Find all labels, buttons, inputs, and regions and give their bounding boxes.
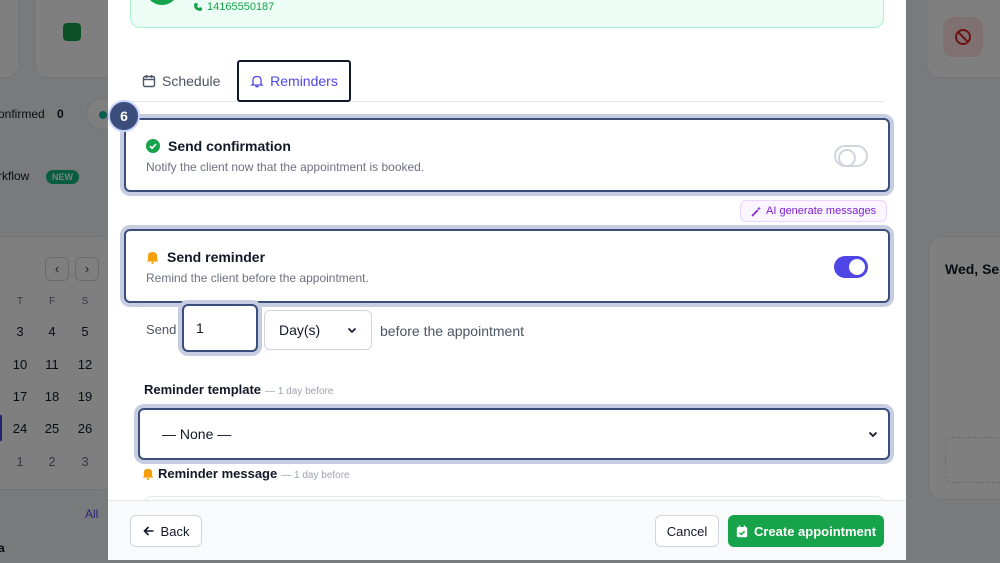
send-reminder-title: Send reminder — [146, 249, 265, 265]
client-phone-number: 14165550187 — [207, 1, 275, 13]
reminder-template-value: — None — — [162, 426, 232, 442]
reminder-amount-input[interactable]: 1 — [182, 304, 258, 352]
reminder-template-sublabel: — 1 day before — [265, 386, 334, 397]
ai-generate-messages-button[interactable]: AI generate messages — [740, 200, 888, 222]
bell-icon — [250, 74, 264, 88]
send-confirmation-description: Notify the client now that the appointme… — [146, 160, 425, 174]
tab-schedule[interactable]: Schedule — [130, 60, 232, 102]
tab-reminders[interactable]: Reminders — [237, 60, 351, 102]
chevron-down-icon — [347, 325, 357, 335]
reminder-template-label: Reminder template — 1 day before — [144, 382, 333, 397]
reminder-message-title: Reminder message — [158, 466, 278, 481]
reminder-unit-value: Day(s) — [279, 322, 321, 338]
create-appointment-button[interactable]: Create appointment — [728, 515, 884, 547]
send-reminder-card: Send reminder Remind the client before t… — [124, 229, 890, 303]
reminder-message-label: Reminder message — 1 day before — [142, 466, 350, 481]
back-button-label: Back — [160, 523, 190, 539]
ai-generate-messages-label: AI generate messages — [766, 205, 877, 217]
arrow-left-icon — [142, 525, 155, 537]
cancel-button-label: Cancel — [666, 523, 708, 539]
reminder-template-title: Reminder template — [144, 382, 262, 397]
check-circle-icon — [146, 139, 160, 153]
tab-reminders-label: Reminders — [270, 73, 338, 89]
reminder-unit-select[interactable]: Day(s) — [264, 310, 372, 350]
tour-step-badge: 6 — [108, 100, 140, 132]
send-confirmation-title: Send confirmation — [146, 138, 291, 154]
send-reminder-description: Remind the client before the appointment… — [146, 271, 369, 285]
send-confirmation-label: Send confirmation — [168, 138, 291, 154]
back-button[interactable]: Back — [130, 515, 202, 547]
modal-footer: Back Cancel Create appointment — [108, 500, 906, 560]
bell-icon — [146, 250, 159, 264]
calendar-icon — [142, 74, 156, 88]
create-appointment-modal: 14165550187 Schedule Reminders 6 Send co… — [108, 0, 906, 560]
calendar-check-icon — [736, 525, 748, 538]
modal-tabs: Schedule Reminders — [130, 60, 884, 102]
send-confirmation-toggle[interactable] — [834, 145, 868, 167]
reminder-message-sublabel: — 1 day before — [281, 470, 350, 481]
client-avatar — [145, 0, 179, 5]
phone-icon — [193, 2, 203, 12]
bell-icon — [142, 467, 154, 480]
create-appointment-label: Create appointment — [753, 523, 877, 539]
send-reminder-label: Send reminder — [167, 249, 266, 265]
send-prefix: Send — [146, 321, 177, 337]
magic-wand-icon — [751, 206, 762, 217]
send-suffix: before the appointment — [380, 323, 524, 339]
tab-schedule-label: Schedule — [162, 73, 221, 89]
client-phone: 14165550187 — [193, 1, 274, 13]
cancel-button[interactable]: Cancel — [655, 515, 719, 547]
send-reminder-toggle[interactable] — [834, 256, 868, 278]
chevron-down-icon — [868, 429, 878, 439]
send-confirmation-card: Send confirmation Notify the client now … — [124, 118, 890, 192]
reminder-template-select[interactable]: — None — — [138, 408, 890, 460]
selected-client-card: 14165550187 — [130, 0, 884, 28]
